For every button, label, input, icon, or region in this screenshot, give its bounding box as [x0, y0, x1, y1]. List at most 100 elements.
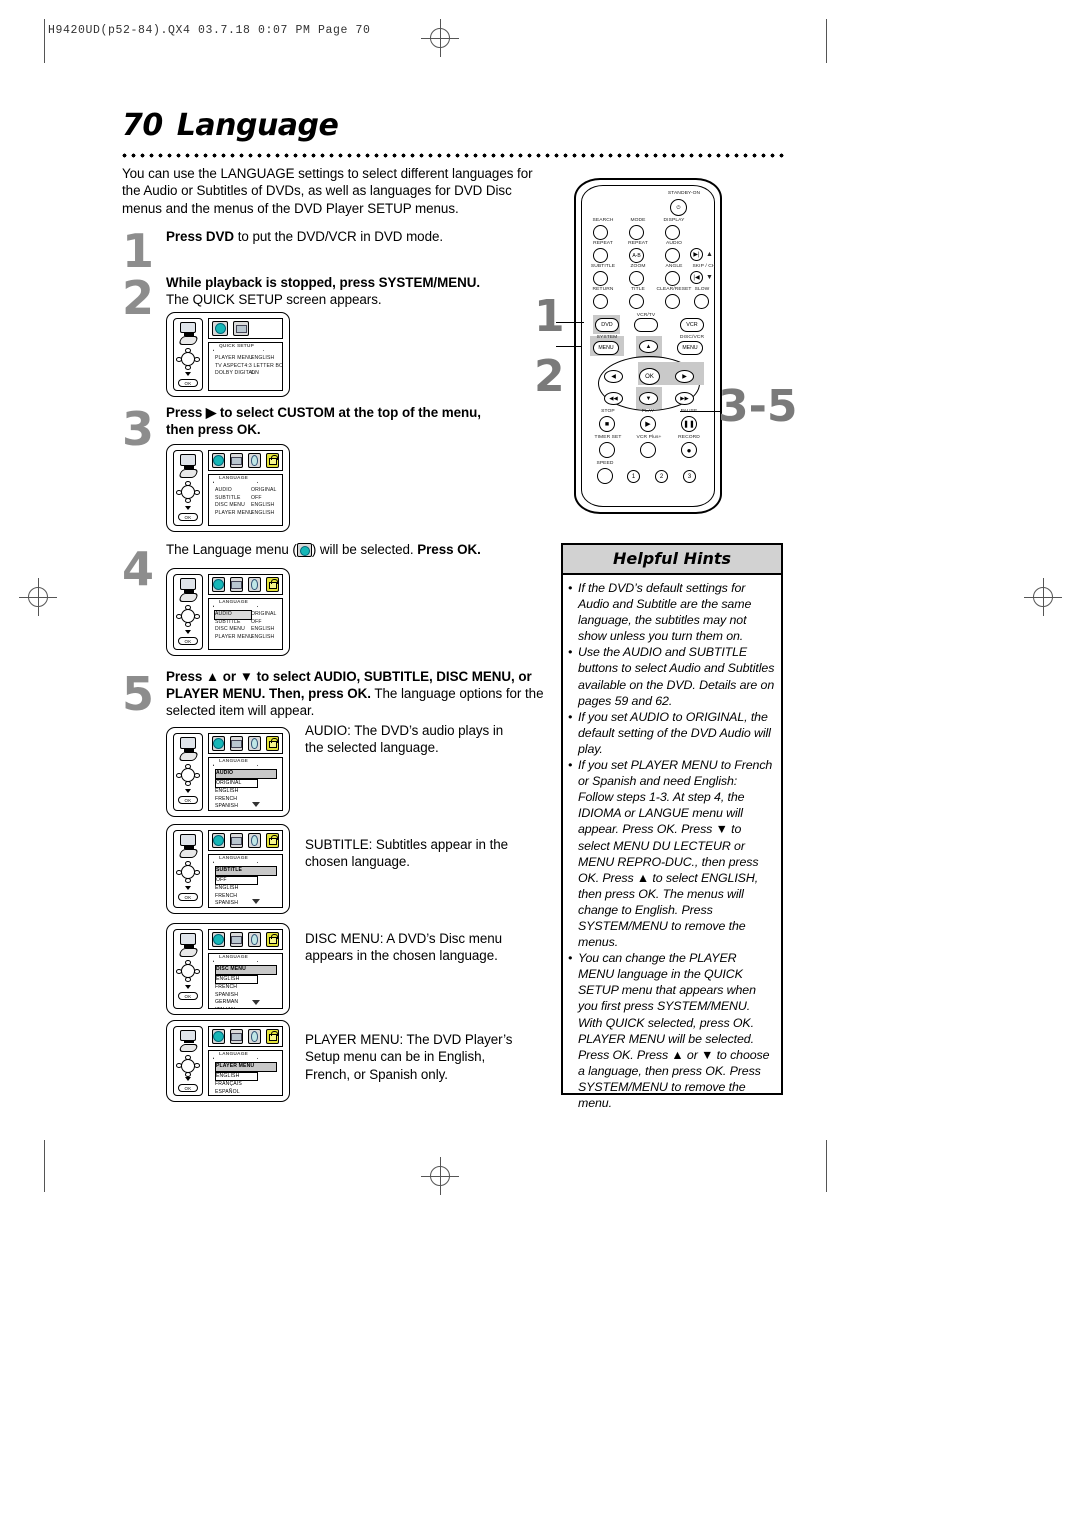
osd-row-key: SUBTITLE: [215, 494, 241, 501]
globe-icon: [212, 932, 225, 947]
osd-row-key: PLAYER MENU: [215, 509, 253, 516]
ok-button[interactable]: OK: [639, 368, 660, 385]
step-4-text: The Language menu () will be selected. P…: [166, 541, 566, 558]
page-number: 70: [122, 108, 163, 143]
disc-vcr-menu-label: MENU: [682, 345, 698, 351]
osd-tab-icons: [208, 574, 283, 595]
osd-panel-tab: LANGUAGE: [213, 475, 259, 483]
dpad-left-button: ◀: [604, 370, 623, 383]
down-arrow-icon: [185, 886, 191, 890]
ok-icon: OK: [178, 1084, 198, 1092]
osd-row-key: AUDIO: [214, 610, 252, 620]
registration-mark-left: [19, 578, 57, 616]
registration-mark-bottom: [421, 1157, 459, 1195]
step-2-text: While playback is stopped, press SYSTEM/…: [166, 274, 558, 308]
step-2-bold: While playback is stopped, press SYSTEM/…: [166, 275, 480, 290]
dvd-button[interactable]: DVD: [595, 318, 619, 332]
osd-option-selected: ENGLISH: [215, 1071, 259, 1081]
osd-option: ENGLISH: [215, 885, 239, 891]
osd-row-key: DISC MENU: [215, 626, 245, 633]
osd-option-header: PLAYER MENU: [215, 1062, 277, 1072]
step-4-text-a: The Language menu (: [166, 542, 297, 557]
ok-icon: OK: [178, 992, 198, 1000]
step-5-text: Press ▲ or ▼ to select AUDIO, SUBTITLE, …: [166, 668, 562, 720]
tv-icon: [180, 454, 196, 469]
tv-icon: [180, 578, 196, 593]
step-4-number: 4: [122, 542, 155, 596]
subtitle-label: SUBTITLE: [590, 264, 616, 269]
ok-icon: OK: [178, 796, 198, 804]
callout-3-5: 3-5: [718, 381, 798, 432]
hint-text: If you set PLAYER MENU to French or Span…: [578, 758, 773, 950]
osd-row-value: OFF: [250, 494, 262, 501]
sound-icon: [248, 932, 261, 947]
page-title: Language: [176, 108, 339, 143]
osd-row-key: TV ASPECT: [215, 362, 245, 369]
osd-option-list: DISC MENU ENGLISH FRENCH SPANISH GERMAN …: [215, 965, 277, 1008]
hint-item: • Use the AUDIO and SUBTITLE buttons to s…: [568, 644, 775, 708]
vcr-plus-button: [640, 442, 656, 458]
osd-row-key: DISC MENU: [215, 502, 245, 509]
sound-icon: [248, 833, 261, 848]
dpad-right-button[interactable]: ▶: [675, 370, 694, 383]
remote-icon: [177, 752, 199, 761]
clear-reset-button: [665, 294, 680, 309]
bullet-icon: •: [568, 581, 573, 595]
osd-language-custom: OK LANGUAGE AUDIO ORIGINAL SUBTITLE OFF …: [166, 444, 290, 532]
step-1-bold: Press DVD: [166, 229, 235, 244]
number-2-label: 2: [659, 473, 664, 480]
osd-row: SUBTITLE OFF: [215, 495, 277, 503]
osd-panel-tab: LANGUAGE: [213, 599, 259, 607]
osd-row: PLAYER MENU ENGLISH: [215, 634, 277, 642]
stop-label: STOP: [601, 409, 615, 414]
osd-row-value: ENGLISH: [250, 626, 275, 633]
lock-icon: [266, 833, 279, 848]
osd-row-value: ENGLISH: [250, 509, 275, 516]
osd-row-value: ENGLISH: [250, 355, 275, 361]
osd-option-selected: ORIGINAL: [215, 778, 259, 788]
crop-mark-left: [44, 19, 45, 63]
osd-content: LANGUAGE PLAYER MENU ENGLISH FRANÇAIS ES…: [203, 1026, 283, 1096]
dpad-icon: [176, 960, 200, 982]
repeat-label: REPEAT: [593, 241, 613, 246]
slow-button: [694, 294, 709, 309]
zoom-button: [629, 271, 644, 286]
osd-option-header: AUDIO: [215, 769, 277, 779]
ab-label: A-B: [632, 252, 641, 259]
slow-label: SLOW: [694, 287, 710, 292]
step-1-rest: to put the DVD/VCR in DVD mode.: [234, 229, 444, 244]
sound-icon: [248, 1029, 261, 1044]
dpad-up-button[interactable]: ▲: [639, 340, 658, 353]
step-3-line2: then press OK.: [166, 422, 261, 438]
vcr-tv-button: [634, 318, 658, 332]
osd-option-selected: OFF: [215, 875, 259, 885]
audio-button: [665, 248, 680, 263]
system-label: SYSTEM: [596, 335, 618, 340]
sound-icon: [248, 577, 261, 592]
down-arrow-icon: [185, 985, 191, 989]
step-2-rest: The QUICK SETUP screen appears.: [166, 292, 382, 308]
system-menu-button[interactable]: MENU: [593, 341, 619, 355]
remote-icon: [177, 593, 199, 602]
step-1-number: 1: [122, 224, 155, 278]
sound-icon: [248, 736, 261, 751]
dpad-down-button[interactable]: ▼: [639, 392, 658, 405]
sound-icon: [248, 453, 261, 468]
osd-option: FRENCH: [215, 892, 238, 899]
skip-forward-button: ▶|: [690, 248, 703, 261]
screen-icon: [230, 453, 243, 468]
osd-option: SPANISH: [215, 900, 239, 906]
osd-row-value: 4:3 LETTER BOX: [244, 362, 283, 369]
bullet-icon: •: [568, 951, 573, 966]
osd-sidebar: OK: [173, 733, 203, 811]
down-arrow-icon: [185, 1077, 191, 1081]
lock-icon: [266, 577, 279, 592]
display-button: [665, 225, 680, 240]
dpad-icon: [176, 861, 200, 883]
crop-mark-right-bottom: [826, 1140, 827, 1192]
tv-icon: [180, 834, 196, 849]
screen-icon: [230, 736, 243, 751]
scroll-down-icon: [252, 1000, 261, 1005]
title-label: TITLE: [631, 287, 645, 292]
osd-sidebar: OK: [173, 318, 203, 391]
